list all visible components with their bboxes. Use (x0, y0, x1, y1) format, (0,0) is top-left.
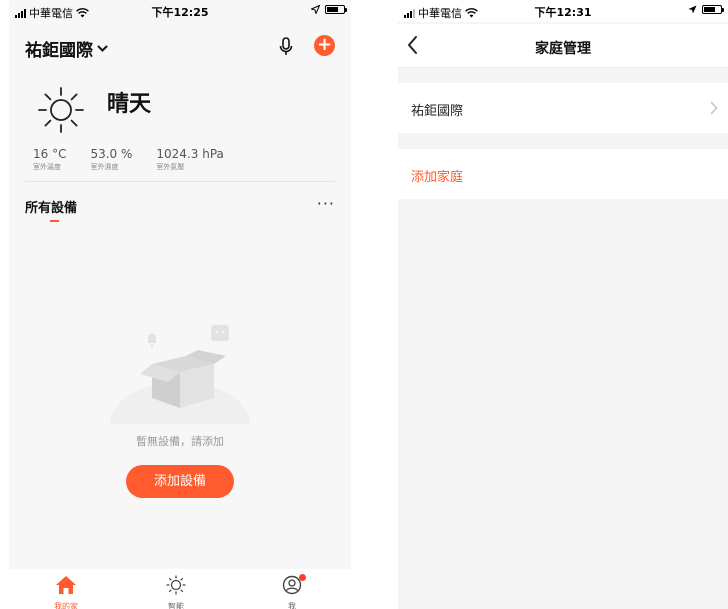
home-screen: 中華電信 下午12:25 祐鉅國際 + 晴天 16 °C 室外溫度 53.0 %… (9, 0, 351, 609)
tab-label: 我 (288, 602, 296, 609)
sun-outline-icon (166, 575, 186, 595)
metric-value: 1024.3 hPa (156, 147, 224, 161)
wifi-icon (76, 8, 89, 18)
carrier-group: 中華電信 (404, 5, 478, 21)
battery-icon (702, 5, 724, 14)
tab-label: 我的家 (54, 602, 78, 609)
signal-icon (15, 8, 26, 18)
carrier-name: 中華電信 (418, 7, 462, 20)
metric-value: 16 °C (33, 147, 67, 161)
empty-message: 暫無設備，請添加 (136, 435, 224, 448)
metric-label: 室外氣壓 (156, 163, 185, 171)
metric-temperature: 16 °C 室外溫度 (33, 147, 66, 172)
tab-label: 智能 (168, 602, 184, 609)
add-device-button[interactable]: 添加設備 (126, 465, 234, 498)
battery-icon (325, 5, 347, 14)
weather-condition: 晴天 (107, 92, 152, 117)
wifi-icon (465, 8, 478, 18)
status-time: 下午12:31 (534, 6, 592, 19)
notification-badge (299, 574, 306, 581)
navigation-bar: 家庭管理 (398, 24, 728, 68)
metric-label: 室外濕度 (90, 163, 119, 171)
family-management-screen: 中華電信 下午12:31 家庭管理 祐鉅國際 添加家庭 (398, 0, 728, 609)
tab-bar: 我的家 智能 我 (9, 569, 351, 609)
section-title[interactable]: 所有設備 (25, 197, 77, 216)
weather-metrics: 16 °C 室外溫度 53.0 % 室外濕度 1024.3 hPa 室外氣壓 (33, 147, 248, 172)
home-switcher[interactable]: 祐鉅國際 (25, 36, 108, 61)
chevron-right-icon (710, 101, 718, 115)
more-icon[interactable]: ··· (317, 194, 335, 213)
home-header: 祐鉅國際 + (25, 34, 335, 62)
status-bar: 中華電信 下午12:31 (398, 0, 728, 22)
home-icon (56, 576, 76, 594)
tab-my-home[interactable]: 我的家 (36, 575, 96, 609)
carrier-group: 中華電信 (15, 5, 89, 21)
metric-humidity: 53.0 % 室外濕度 (90, 147, 132, 172)
tab-me[interactable]: 我 (262, 574, 322, 609)
metric-value: 53.0 % (90, 147, 133, 161)
tab-smart[interactable]: 智能 (146, 575, 206, 609)
add-button[interactable]: + (314, 35, 335, 56)
status-bar: 中華電信 下午12:25 (9, 0, 351, 22)
home-list-item-label: 祐鉅國際 (411, 104, 464, 119)
status-right (311, 5, 347, 14)
empty-box-illustration (110, 325, 250, 424)
status-time: 下午12:25 (151, 6, 209, 19)
add-home-button[interactable]: 添加家庭 (398, 149, 728, 199)
microphone-icon[interactable] (279, 37, 293, 58)
location-icon (688, 5, 697, 14)
status-right (688, 5, 724, 14)
metric-pressure: 1024.3 hPa 室外氣壓 (156, 147, 223, 172)
location-icon (311, 5, 320, 14)
add-home-label: 添加家庭 (411, 170, 464, 185)
home-list-item[interactable]: 祐鉅國際 (398, 83, 728, 133)
home-name: 祐鉅國際 (25, 41, 93, 61)
page-title: 家庭管理 (535, 41, 591, 57)
signal-icon (404, 8, 415, 18)
section-tab-indicator (50, 220, 59, 222)
metric-label: 室外溫度 (33, 163, 61, 171)
carrier-name: 中華電信 (29, 7, 73, 20)
sun-icon (38, 87, 84, 133)
divider (25, 181, 335, 182)
chevron-down-icon (97, 45, 108, 52)
